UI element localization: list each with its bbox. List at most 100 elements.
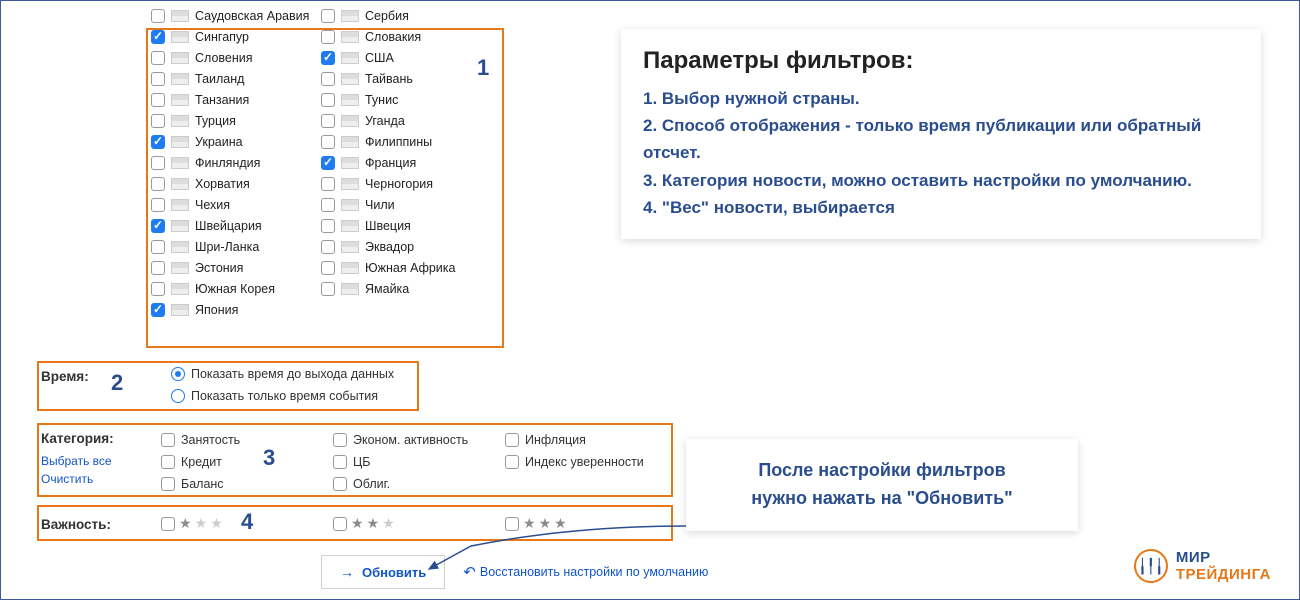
flag-icon xyxy=(171,304,189,316)
category-checkbox[interactable] xyxy=(333,477,347,491)
callout-line-2: 2. Способ отображения - только время пуб… xyxy=(643,112,1239,166)
country-name: Тунис xyxy=(365,93,398,107)
category-item[interactable]: Индекс уверенности xyxy=(505,451,677,473)
flag-icon xyxy=(341,31,359,43)
callout2-line-1: После настройки фильтров xyxy=(708,457,1056,485)
country-checkbox[interactable] xyxy=(321,9,335,23)
country-checkbox[interactable] xyxy=(151,219,165,233)
country-checkbox[interactable] xyxy=(321,240,335,254)
category-checkbox[interactable] xyxy=(161,433,175,447)
country-item[interactable]: Словакия xyxy=(321,26,491,47)
country-checkbox[interactable] xyxy=(321,261,335,275)
country-checkbox[interactable] xyxy=(321,156,335,170)
radio-icon[interactable] xyxy=(171,389,185,403)
country-checkbox[interactable] xyxy=(321,282,335,296)
country-item[interactable]: Эквадор xyxy=(321,236,491,257)
country-item[interactable]: Черногория xyxy=(321,173,491,194)
country-checkbox[interactable] xyxy=(151,240,165,254)
category-item[interactable]: Занятость xyxy=(161,429,333,451)
country-item[interactable]: США xyxy=(321,47,491,68)
country-checkbox[interactable] xyxy=(151,93,165,107)
category-checkbox[interactable] xyxy=(505,433,519,447)
category-checkbox[interactable] xyxy=(161,455,175,469)
time-option[interactable]: Показать только время события xyxy=(171,389,394,403)
country-checkbox[interactable] xyxy=(321,51,335,65)
country-item[interactable]: Чили xyxy=(321,194,491,215)
country-item[interactable]: Уганда xyxy=(321,110,491,131)
category-checkbox[interactable] xyxy=(333,433,347,447)
country-checkbox[interactable] xyxy=(151,198,165,212)
country-name: Турция xyxy=(195,114,236,128)
country-item[interactable]: Япония xyxy=(151,299,321,320)
country-item[interactable]: Южная Корея xyxy=(151,278,321,299)
country-checkbox[interactable] xyxy=(321,198,335,212)
country-checkbox[interactable] xyxy=(151,282,165,296)
country-item[interactable]: Украина xyxy=(151,131,321,152)
country-checkbox[interactable] xyxy=(321,135,335,149)
country-checkbox[interactable] xyxy=(321,93,335,107)
category-item[interactable]: Облиг. xyxy=(333,473,505,495)
country-checkbox[interactable] xyxy=(151,261,165,275)
country-item[interactable]: Сингапур xyxy=(151,26,321,47)
refresh-button[interactable]: → Обновить xyxy=(321,555,445,589)
importance-section-label: Важность: xyxy=(41,515,151,532)
category-checkbox[interactable] xyxy=(505,455,519,469)
country-checkbox[interactable] xyxy=(321,30,335,44)
annotation-number-1: 1 xyxy=(477,55,489,81)
country-item[interactable]: Франция xyxy=(321,152,491,173)
country-item[interactable]: Швейцария xyxy=(151,215,321,236)
importance-medium[interactable]: ★★★ xyxy=(333,515,505,532)
category-item[interactable]: Эконом. активность xyxy=(333,429,505,451)
country-checkbox[interactable] xyxy=(321,72,335,86)
country-item[interactable]: Филиппины xyxy=(321,131,491,152)
category-item[interactable]: Инфляция xyxy=(505,429,677,451)
country-item[interactable]: Эстония xyxy=(151,257,321,278)
country-checkbox[interactable] xyxy=(151,9,165,23)
country-checkbox[interactable] xyxy=(151,303,165,317)
country-item[interactable]: Словения xyxy=(151,47,321,68)
select-all-link[interactable]: Выбрать все xyxy=(41,452,151,470)
country-checkbox[interactable] xyxy=(321,177,335,191)
category-checkbox[interactable] xyxy=(161,477,175,491)
country-item[interactable]: Тунис xyxy=(321,89,491,110)
country-checkbox[interactable] xyxy=(321,114,335,128)
annotation-number-2: 2 xyxy=(111,370,123,396)
category-label: Занятость xyxy=(181,433,240,447)
country-checkbox[interactable] xyxy=(151,156,165,170)
country-item[interactable]: Шри-Ланка xyxy=(151,236,321,257)
country-item[interactable]: Ямайка xyxy=(321,278,491,299)
category-item[interactable]: Баланс xyxy=(161,473,333,495)
country-checkbox[interactable] xyxy=(151,30,165,44)
country-item[interactable]: Саудовская Аравия xyxy=(151,5,321,26)
category-item[interactable]: ЦБ xyxy=(333,451,505,473)
country-item[interactable]: Танзания xyxy=(151,89,321,110)
country-item[interactable]: Чехия xyxy=(151,194,321,215)
clear-link[interactable]: Очистить xyxy=(41,470,151,488)
country-item[interactable]: Таиланд xyxy=(151,68,321,89)
radio-icon[interactable] xyxy=(171,367,185,381)
time-option[interactable]: Показать время до выхода данных xyxy=(171,367,394,381)
country-checkbox[interactable] xyxy=(151,51,165,65)
country-checkbox[interactable] xyxy=(151,72,165,86)
country-item[interactable]: Сербия xyxy=(321,5,491,26)
flag-icon xyxy=(341,10,359,22)
country-checkbox[interactable] xyxy=(321,219,335,233)
country-name: Сингапур xyxy=(195,30,249,44)
importance-high[interactable]: ★★★ xyxy=(505,515,677,532)
country-item[interactable]: Тайвань xyxy=(321,68,491,89)
country-item[interactable]: Турция xyxy=(151,110,321,131)
country-checkbox[interactable] xyxy=(151,114,165,128)
country-checkbox[interactable] xyxy=(151,177,165,191)
flag-icon xyxy=(171,115,189,127)
category-checkbox[interactable] xyxy=(333,455,347,469)
category-item[interactable]: Кредит xyxy=(161,451,333,473)
country-item[interactable]: Хорватия xyxy=(151,173,321,194)
country-item[interactable]: Швеция xyxy=(321,215,491,236)
country-item[interactable]: Южная Африка xyxy=(321,257,491,278)
country-checkbox[interactable] xyxy=(151,135,165,149)
country-name: США xyxy=(365,51,394,65)
flag-icon xyxy=(171,136,189,148)
country-name: Эквадор xyxy=(365,240,414,254)
country-item[interactable]: Финляндия xyxy=(151,152,321,173)
restore-defaults-link[interactable]: ↶ Восстановить настройки по умолчанию xyxy=(463,563,708,581)
